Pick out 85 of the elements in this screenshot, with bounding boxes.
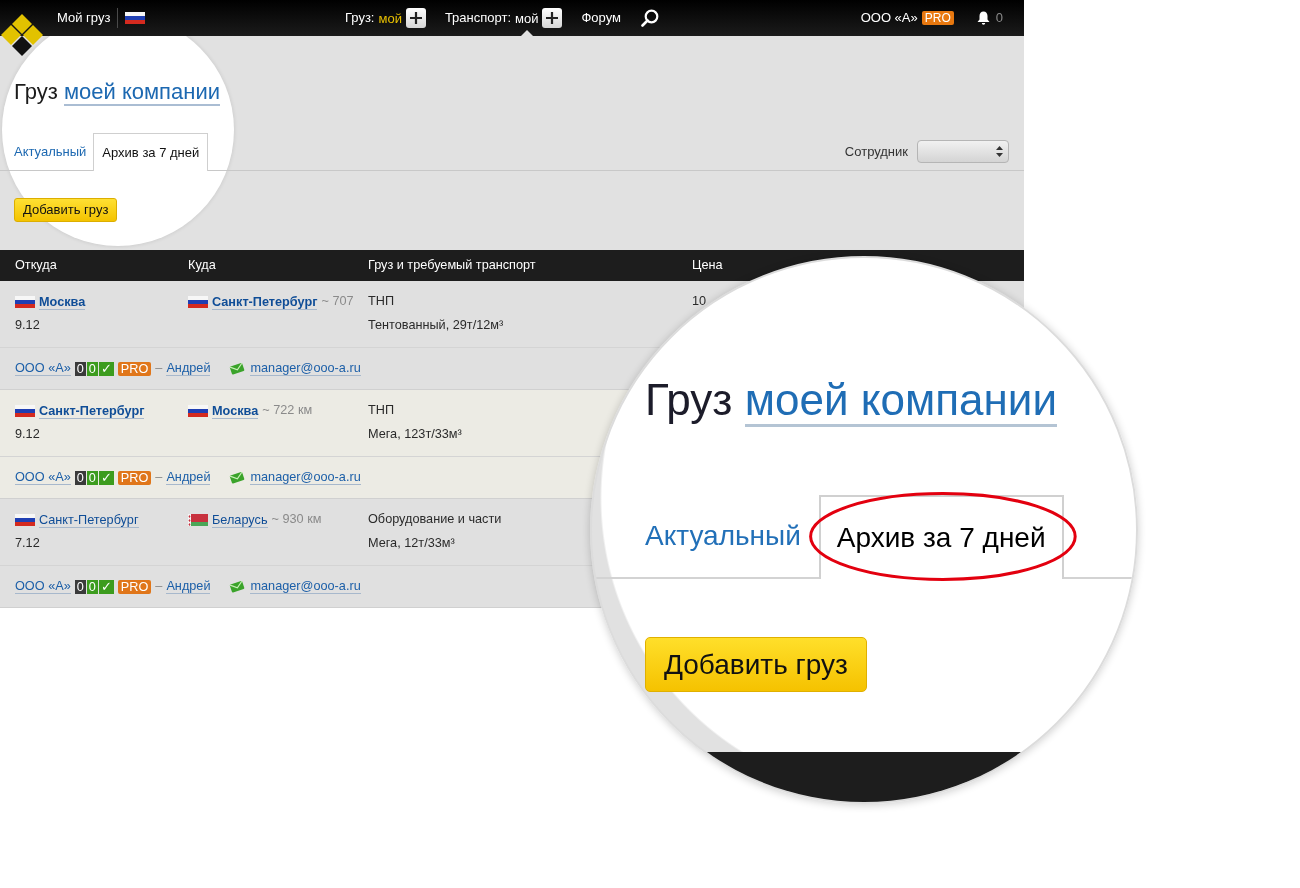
plus-icon [409, 12, 422, 24]
plus-icon [546, 12, 559, 24]
notification-count: 0 [995, 10, 1003, 26]
dash-text: – [155, 578, 163, 595]
column-header: Откуда [15, 257, 57, 272]
add-button[interactable] [542, 8, 563, 28]
distance-text: ~ 707 [321, 294, 354, 310]
dash-text: – [155, 360, 163, 377]
person-link[interactable]: Андрей [166, 579, 211, 594]
tab[interactable]: Актуальный [645, 520, 801, 552]
person-link[interactable]: Андрей [166, 361, 211, 376]
transport-text: Мега, 12т/33м³ [368, 536, 455, 552]
cargo-text: Оборудование и части [368, 512, 502, 528]
rating-counter: 0 [86, 361, 98, 376]
email-link[interactable]: manager@ooo-a.ru [250, 470, 361, 485]
dash-text: – [155, 469, 163, 486]
logo-icon[interactable] [0, 12, 44, 58]
russian-flag-icon [15, 296, 35, 308]
column-header: Цена [692, 257, 723, 272]
company-link[interactable]: ООО «А» [15, 470, 71, 485]
employee-label: Сотрудник [844, 143, 908, 160]
price-text: 10 [692, 294, 707, 310]
rating-counter: 0 [86, 470, 98, 485]
rating-counter: 0 [86, 579, 98, 594]
envelope-icon [229, 580, 246, 593]
pro-badge: PRO [117, 470, 152, 485]
city-link[interactable]: Москва [212, 403, 259, 419]
email-link[interactable]: manager@ooo-a.ru [250, 361, 361, 376]
updown-arrows-icon [996, 146, 1003, 157]
search-icon[interactable] [641, 9, 659, 27]
email-link[interactable]: manager@ooo-a.ru [250, 579, 361, 594]
rating-counter: 0 [74, 361, 86, 376]
transport-text: Тентованный, 29т/12м³ [368, 318, 504, 334]
russian-flag-icon [125, 12, 146, 24]
company-link[interactable]: ООО «А» [15, 579, 71, 594]
company-link[interactable]: ООО «А» [15, 361, 71, 376]
nav-link[interactable]: Форум [581, 10, 621, 26]
column-header: Груз и требуемый транспорт [368, 257, 536, 272]
bell-icon[interactable] [976, 11, 990, 25]
tab[interactable]: Архив за 7 дней [818, 495, 1064, 579]
nav-link[interactable]: мой [515, 10, 539, 26]
city-link[interactable]: Санкт-Петербург [212, 294, 318, 310]
pro-badge: PRO [921, 11, 954, 25]
russian-flag-icon [15, 514, 35, 526]
distance-text: ~ 722 км [262, 403, 313, 419]
cargo-text: ТНП [368, 403, 395, 419]
city-link[interactable]: Санкт-Петербург [39, 512, 139, 528]
russian-flag-icon [188, 296, 208, 308]
tab[interactable]: Архив за 7 дней [93, 133, 209, 171]
envelope-icon [229, 471, 246, 484]
rating-counter: 0 [74, 579, 86, 594]
date-text: 9.12 [15, 318, 40, 334]
nav-link[interactable]: Мой груз [57, 10, 111, 26]
transport-text: Мега, 123т/33м³ [368, 427, 462, 443]
title-link[interactable]: моей компании [744, 375, 1057, 427]
title-link[interactable]: моей компании [63, 79, 220, 106]
russian-flag-icon [15, 405, 35, 417]
nav-link[interactable]: мой [378, 10, 402, 26]
pro-badge: PRO [117, 579, 152, 594]
cargo-text: ТНП [368, 294, 395, 310]
belarusian-flag-icon [188, 514, 208, 526]
date-text: 7.12 [15, 536, 40, 552]
column-header: Куда [188, 257, 216, 272]
city-link[interactable]: Москва [39, 294, 86, 310]
rating-counter: ✓ [98, 361, 114, 376]
add-cargo-button[interactable]: Добавить груз [645, 637, 867, 692]
nav-label: Транспорт: [444, 10, 512, 26]
person-link[interactable]: Андрей [166, 470, 211, 485]
envelope-icon [229, 362, 246, 375]
nav-label: Груз: [345, 10, 375, 26]
city-link[interactable]: Беларусь [212, 512, 268, 528]
date-text: 9.12 [15, 427, 40, 443]
rating-counter: ✓ [98, 470, 114, 485]
page-title: Груз [14, 79, 58, 104]
tab[interactable]: Актуальный [14, 144, 94, 170]
distance-text: ~ 930 км [271, 512, 322, 528]
add-cargo-button[interactable]: Добавить груз [14, 198, 118, 222]
add-button[interactable] [405, 8, 426, 28]
pro-badge: PRO [117, 361, 152, 376]
city-link[interactable]: Санкт-Петербург [39, 403, 145, 419]
company-link[interactable]: ООО «А» [860, 10, 918, 26]
rating-counter: ✓ [98, 579, 114, 594]
rating-counter: 0 [74, 470, 86, 485]
page-title: Груз [645, 375, 733, 424]
russian-flag-icon [188, 405, 208, 417]
